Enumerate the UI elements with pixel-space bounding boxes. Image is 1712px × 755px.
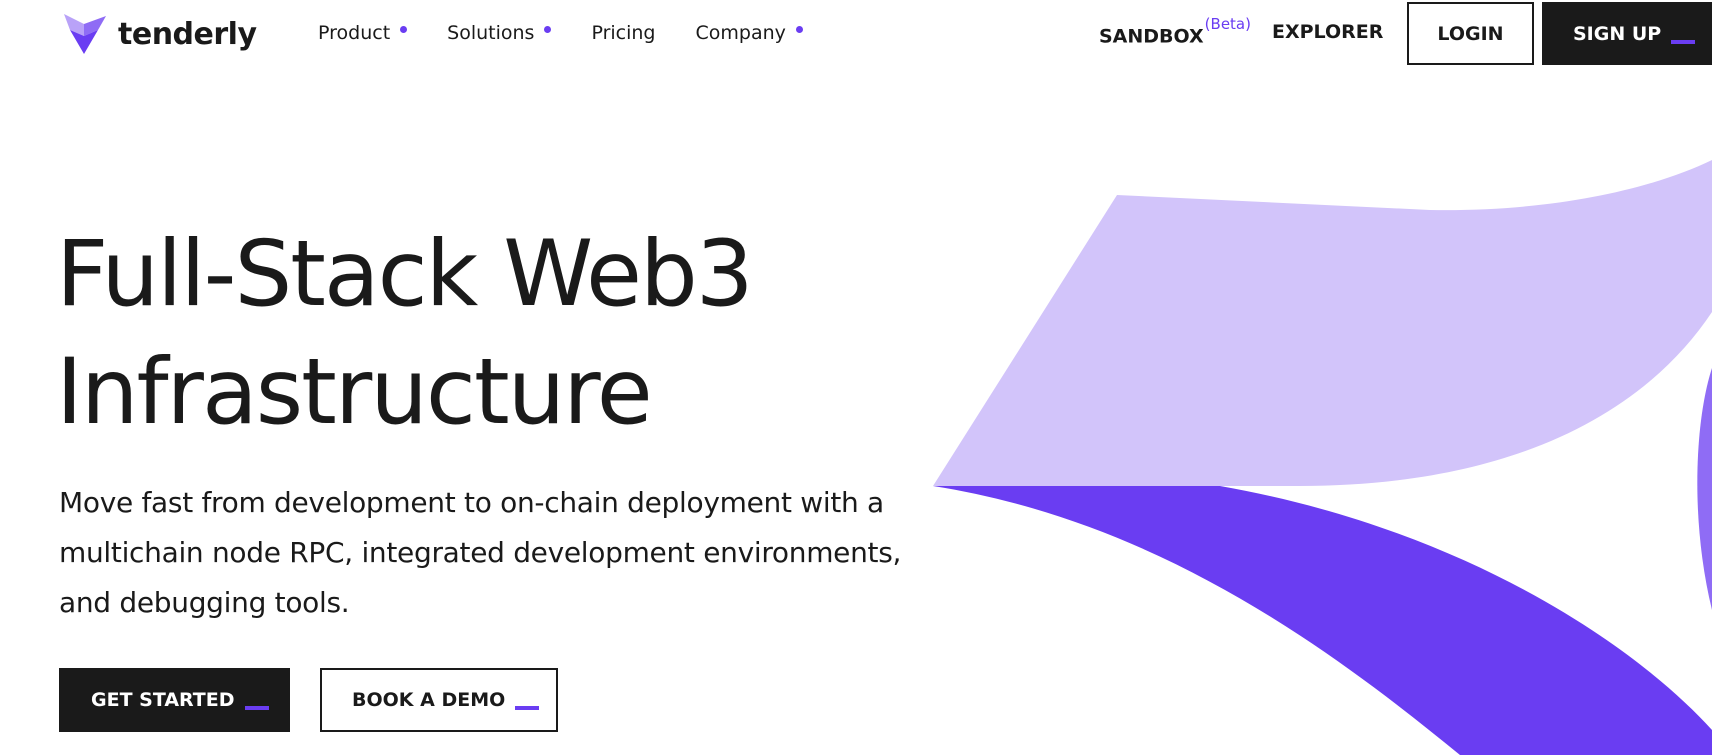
get-started-button[interactable]: GET STARTED bbox=[59, 668, 290, 732]
tenderly-logo-icon bbox=[64, 14, 106, 54]
beta-badge: (Beta) bbox=[1204, 15, 1251, 33]
explorer-link[interactable]: EXPLORER bbox=[1272, 21, 1383, 43]
hero-description-line: Move fast from development to on-chain d… bbox=[59, 486, 884, 519]
sandbox-link[interactable]: SANDBOX(Beta) bbox=[1099, 15, 1251, 48]
underscore-accent-icon bbox=[515, 706, 540, 710]
hero-description-line: multichain node RPC, integrated developm… bbox=[59, 536, 902, 569]
book-demo-button[interactable]: BOOK A DEMO bbox=[320, 668, 558, 732]
nav-item-product[interactable]: Product bbox=[318, 22, 408, 44]
brand-name: tenderly bbox=[118, 16, 257, 52]
hero-title: Full-Stack Web3 Infrastructure bbox=[56, 216, 754, 452]
nav-item-solutions[interactable]: Solutions bbox=[447, 22, 552, 44]
dropdown-dot-icon bbox=[795, 25, 803, 33]
light-purple-shape bbox=[933, 160, 1712, 487]
hero-description: Move fast from development to on-chain d… bbox=[59, 478, 939, 628]
nav-item-pricing[interactable]: Pricing bbox=[591, 22, 655, 44]
underscore-accent-icon bbox=[1671, 39, 1696, 44]
hero-title-line: Infrastructure bbox=[56, 340, 653, 445]
get-started-label: GET STARTED bbox=[91, 689, 235, 711]
hero-title-line: Full-Stack Web3 bbox=[56, 222, 754, 327]
login-button[interactable]: LOGIN bbox=[1407, 2, 1534, 65]
tenderly-logo[interactable]: tenderly bbox=[62, 12, 257, 56]
nav-item-label: Company bbox=[695, 22, 786, 44]
dropdown-dot-icon bbox=[544, 25, 552, 33]
nav-item-label: Pricing bbox=[591, 22, 656, 44]
purple-shape bbox=[933, 486, 1712, 755]
underscore-accent-icon bbox=[244, 706, 269, 710]
book-demo-label: BOOK A DEMO bbox=[352, 689, 506, 711]
nav-item-label: Product bbox=[318, 22, 391, 44]
main-nav: Product Solutions Pricing Company bbox=[318, 22, 843, 44]
site-header: tenderly Product Solutions Pricing Compa… bbox=[0, 0, 1712, 70]
signup-button[interactable]: SIGN UP bbox=[1542, 2, 1712, 65]
sandbox-label: SANDBOX bbox=[1099, 25, 1204, 48]
dropdown-dot-icon bbox=[400, 25, 408, 33]
hero-description-line: and debugging tools. bbox=[59, 586, 350, 619]
signup-label: SIGN UP bbox=[1573, 22, 1662, 45]
purple-edge-shape bbox=[1697, 368, 1712, 610]
nav-item-company[interactable]: Company bbox=[696, 22, 803, 44]
nav-item-label: Solutions bbox=[447, 22, 535, 44]
